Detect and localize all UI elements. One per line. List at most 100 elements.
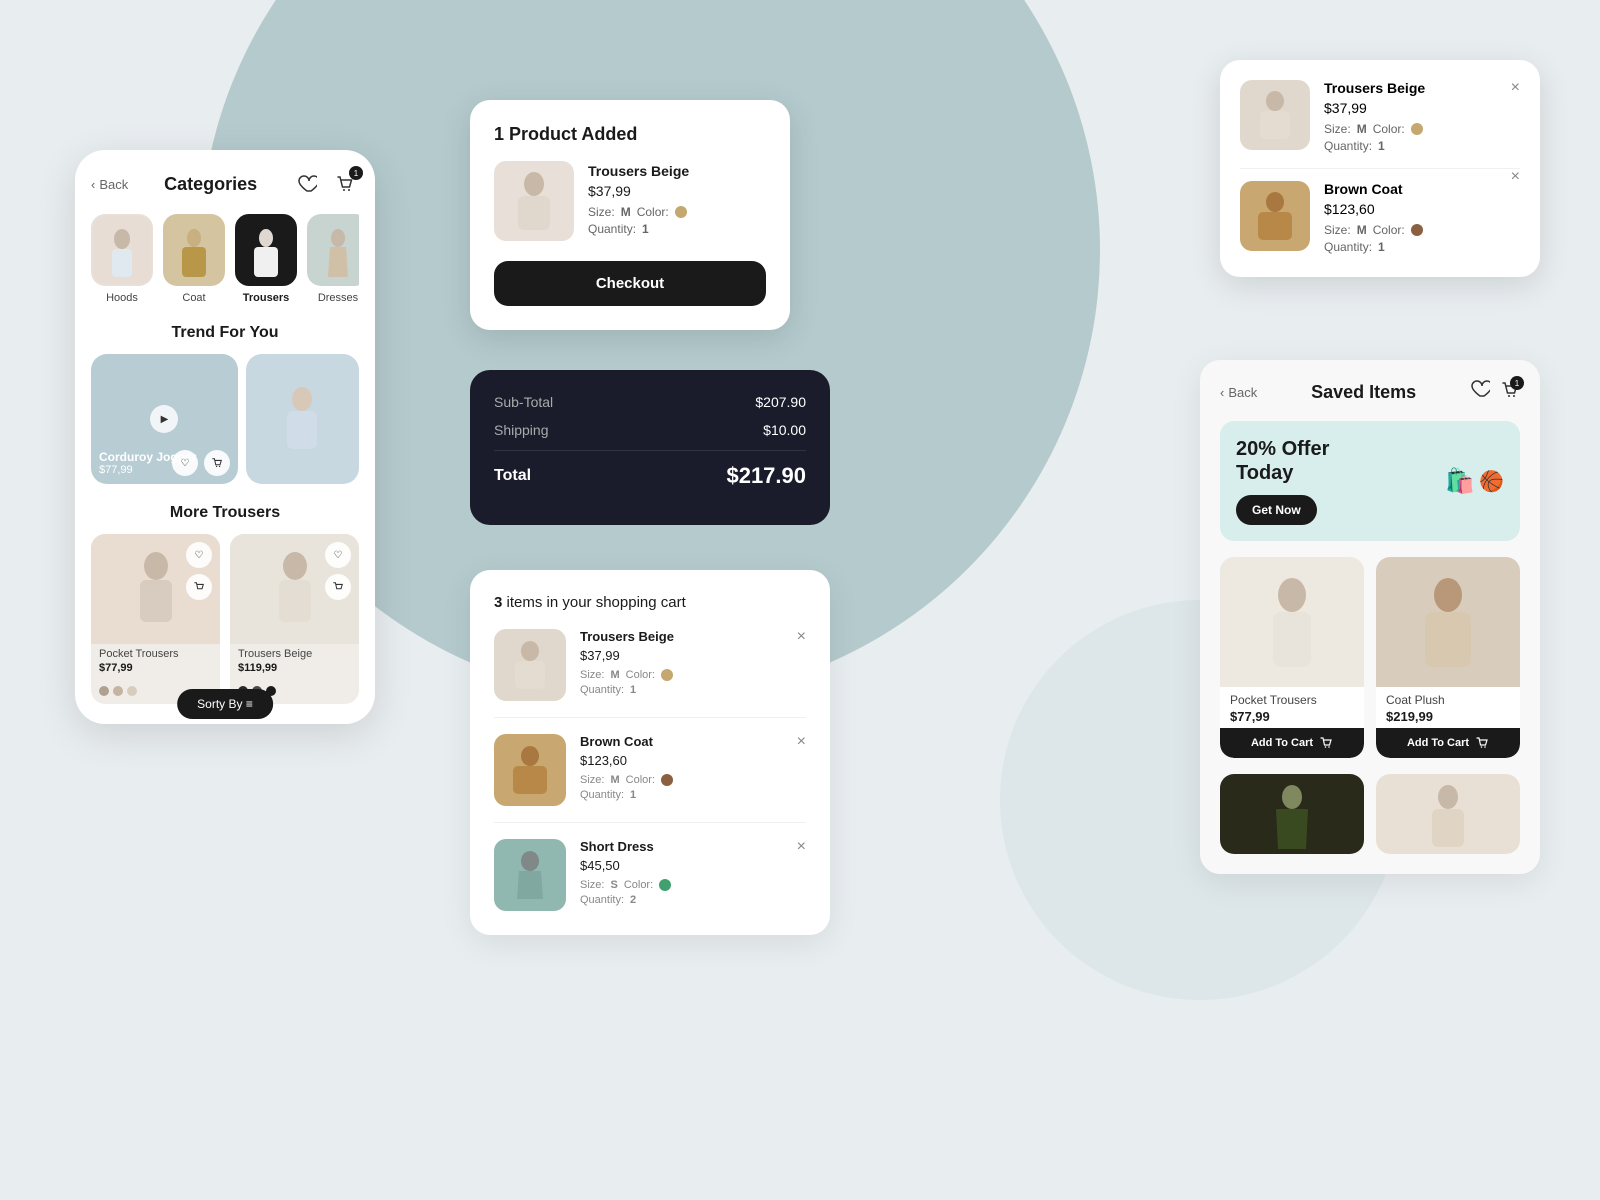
category-item-trousers[interactable]: Trousers <box>235 214 297 304</box>
cart-popup-size-2: Size: M Color: <box>1324 223 1423 237</box>
cart-popup-img-1 <box>1240 80 1310 150</box>
category-item-coat[interactable]: Coat <box>163 214 225 304</box>
add-to-cart-pocket[interactable]: Add To Cart <box>1220 728 1364 758</box>
category-label-dresses: Dresses <box>318 292 358 304</box>
trend-card-blue[interactable] <box>246 354 359 484</box>
cart-remove-1[interactable]: × <box>797 629 806 645</box>
subtotal-label: Sub-Total <box>494 394 553 410</box>
saved-card-coat[interactable]: Coat Plush $219,99 Add To Cart <box>1376 557 1520 758</box>
checkout-button[interactable]: Checkout <box>494 261 766 306</box>
wishlist-icon[interactable] <box>293 170 321 198</box>
cart-item-3: Short Dress $45,50 Size: S Color: Quanti… <box>494 839 806 911</box>
cart-popup-name-1: Trousers Beige <box>1324 80 1425 96</box>
offer-banner: 20% Offer Today Get Now 🛍️ 🏀 <box>1220 421 1520 541</box>
size-label-1: Size: <box>580 669 604 681</box>
beige-heart-btn[interactable]: ♡ <box>325 542 351 568</box>
saved-card-pocket[interactable]: Pocket Trousers $77,99 Add To Cart <box>1220 557 1364 758</box>
cart-color-dot-1 <box>661 669 673 681</box>
offer-content: 20% Offer Today Get Now <box>1236 437 1329 525</box>
saved-header-icons: 1 <box>1470 380 1520 405</box>
shipping-label: Shipping <box>494 422 549 438</box>
saved-back-chevron: ‹ <box>1220 385 1224 400</box>
cart-item-qty-2: Quantity: 1 <box>580 789 673 801</box>
trend-row: ▶ Corduroy Jogger $77,99 ♡ <box>91 354 359 484</box>
cart-popup-remove-1[interactable]: × <box>1511 80 1520 96</box>
cart-item-size-2: Size: M Color: <box>580 774 673 786</box>
cart-popup-qty-1: Quantity: 1 <box>1324 139 1425 153</box>
pocket-card-name: Pocket Trousers <box>91 644 220 662</box>
cart-popup: Trousers Beige $37,99 Size: M Color: Qua… <box>1220 60 1540 277</box>
back-label: Back <box>99 177 128 192</box>
cart-items-count: 3 <box>494 594 502 611</box>
popup-product-quantity: Quantity: 1 <box>588 222 689 236</box>
cart-remove-2[interactable]: × <box>797 734 806 750</box>
beige-cart-btn[interactable] <box>325 574 351 600</box>
pocket-cart-btn[interactable] <box>186 574 212 600</box>
more-card-pocket[interactable]: ♡ Pocket Trousers $77,99 <box>91 534 220 704</box>
saved-card-bottom-light[interactable] <box>1376 774 1520 854</box>
category-item-dresses[interactable]: Dresses <box>307 214 359 304</box>
saved-card-bottom-floral[interactable] <box>1220 774 1364 854</box>
category-img-coat <box>163 214 225 286</box>
shipping-value: $10.00 <box>763 422 806 438</box>
saved-bottom-grid <box>1220 774 1520 854</box>
saved-products-grid: Pocket Trousers $77,99 Add To Cart Coat … <box>1220 557 1520 758</box>
cart-item-img-3 <box>494 839 566 911</box>
cart-item-2: Brown Coat $123,60 Size: M Color: Quanti… <box>494 734 806 823</box>
sort-button[interactable]: Sorty By ≡ <box>177 689 273 719</box>
popup-added-title: 1 Product Added <box>494 124 766 145</box>
play-icon[interactable]: ▶ <box>150 405 178 433</box>
cart-popup-info-1: Trousers Beige $37,99 Size: M Color: Qua… <box>1324 80 1425 156</box>
offer-get-now-button[interactable]: Get Now <box>1236 495 1317 525</box>
trend-card-1-actions: ♡ <box>172 450 230 476</box>
mobile-header: ‹ Back Categories 1 <box>91 170 359 198</box>
cart-item-price-1: $37,99 <box>580 648 674 663</box>
cart-items-description: items in your shopping cart <box>507 594 686 611</box>
saved-items-title: Saved Items <box>1311 382 1416 403</box>
cart-popup-size-1: Size: M Color: <box>1324 122 1425 136</box>
saved-cart-badge: 1 <box>1510 376 1524 390</box>
saved-cart-icon[interactable]: 1 <box>1500 380 1520 405</box>
cart-popup-item-1: Trousers Beige $37,99 Size: M Color: Qua… <box>1240 80 1520 169</box>
total-label: Total <box>494 467 531 485</box>
color-dot-3 <box>127 686 137 696</box>
cart-summary-panel: Sub-Total $207.90 Shipping $10.00 Total … <box>470 370 830 525</box>
saved-card-price-coat: $219,99 <box>1376 709 1520 728</box>
saved-back-button[interactable]: ‹ Back <box>1220 385 1257 400</box>
popup-product-price: $37,99 <box>588 183 689 199</box>
qty-val-1: 1 <box>630 684 636 696</box>
trend-cart-btn-1[interactable] <box>204 450 230 476</box>
size-val-1: M <box>610 669 619 681</box>
trend-section-title: Trend For You <box>91 324 359 342</box>
cart-color-dot-2 <box>661 774 673 786</box>
cart-item-name-1: Trousers Beige <box>580 629 674 644</box>
pocket-heart-btn[interactable]: ♡ <box>186 542 212 568</box>
add-to-cart-coat[interactable]: Add To Cart <box>1376 728 1520 758</box>
cart-popup-price-2: $123,60 <box>1324 201 1423 217</box>
color-label: Color: <box>637 205 669 219</box>
pocket-card-price: $77,99 <box>91 662 220 682</box>
category-label-trousers: Trousers <box>243 292 289 304</box>
mobile-back-button[interactable]: ‹ Back <box>91 177 128 192</box>
total-value: $217.90 <box>726 463 806 489</box>
cart-item-name-2: Brown Coat <box>580 734 673 749</box>
cart-item-price-3: $45,50 <box>580 858 671 873</box>
category-item-hoods[interactable]: Hoods <box>91 214 153 304</box>
mobile-page-title: Categories <box>164 174 257 195</box>
cart-icon[interactable]: 1 <box>331 170 359 198</box>
cart-popup-remove-2[interactable]: × <box>1511 169 1520 185</box>
popup-color-dot <box>675 206 687 218</box>
trend-heart-btn-1[interactable]: ♡ <box>172 450 198 476</box>
trend-card-corduroy[interactable]: ▶ Corduroy Jogger $77,99 ♡ <box>91 354 238 484</box>
cart-item-info-1: Trousers Beige $37,99 Size: M Color: Qua… <box>580 629 674 699</box>
cart-item-size-1: Size: M Color: <box>580 669 674 681</box>
more-card-pocket-actions: ♡ <box>186 542 212 600</box>
color-dot-1 <box>99 686 109 696</box>
offer-decoration: 🛍️ 🏀 <box>1445 467 1504 496</box>
more-card-trousers-beige[interactable]: ♡ Trousers Beige $119,99 <box>230 534 359 704</box>
cart-item-info-3: Short Dress $45,50 Size: S Color: Quanti… <box>580 839 671 909</box>
cart-remove-3[interactable]: × <box>797 839 806 855</box>
saved-heart-icon[interactable] <box>1470 380 1490 405</box>
saved-card-name-pocket: Pocket Trousers <box>1220 687 1364 709</box>
cart-item-1: Trousers Beige $37,99 Size: M Color: Qua… <box>494 629 806 718</box>
